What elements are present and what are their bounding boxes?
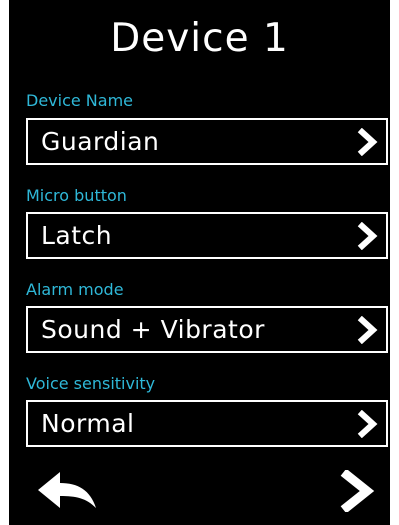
alarm-mode-label: Alarm mode [26, 280, 124, 299]
device-name-label: Device Name [26, 91, 134, 110]
micro-button-value: Latch [41, 221, 113, 250]
next-chevron-icon[interactable] [339, 470, 377, 512]
chevron-right-icon [357, 128, 378, 156]
device-name-value: Guardian [41, 127, 160, 156]
chevron-right-icon [357, 222, 378, 250]
micro-button-field[interactable]: Latch [26, 212, 388, 259]
chevron-right-icon [357, 316, 378, 344]
chevron-right-icon [357, 410, 378, 438]
micro-button-label: Micro button [26, 186, 127, 205]
device-settings-screen: Device 1 Device Name Guardian Micro butt… [9, 0, 390, 525]
alarm-mode-value: Sound + Vibrator [41, 315, 265, 344]
voice-sensitivity-value: Normal [41, 409, 135, 438]
voice-sensitivity-label: Voice sensitivity [26, 374, 156, 393]
back-arrow-icon[interactable] [34, 470, 99, 512]
page-title: Device 1 [110, 16, 289, 61]
alarm-mode-field[interactable]: Sound + Vibrator [26, 306, 388, 353]
voice-sensitivity-field[interactable]: Normal [26, 400, 388, 447]
device-name-field[interactable]: Guardian [26, 118, 388, 165]
